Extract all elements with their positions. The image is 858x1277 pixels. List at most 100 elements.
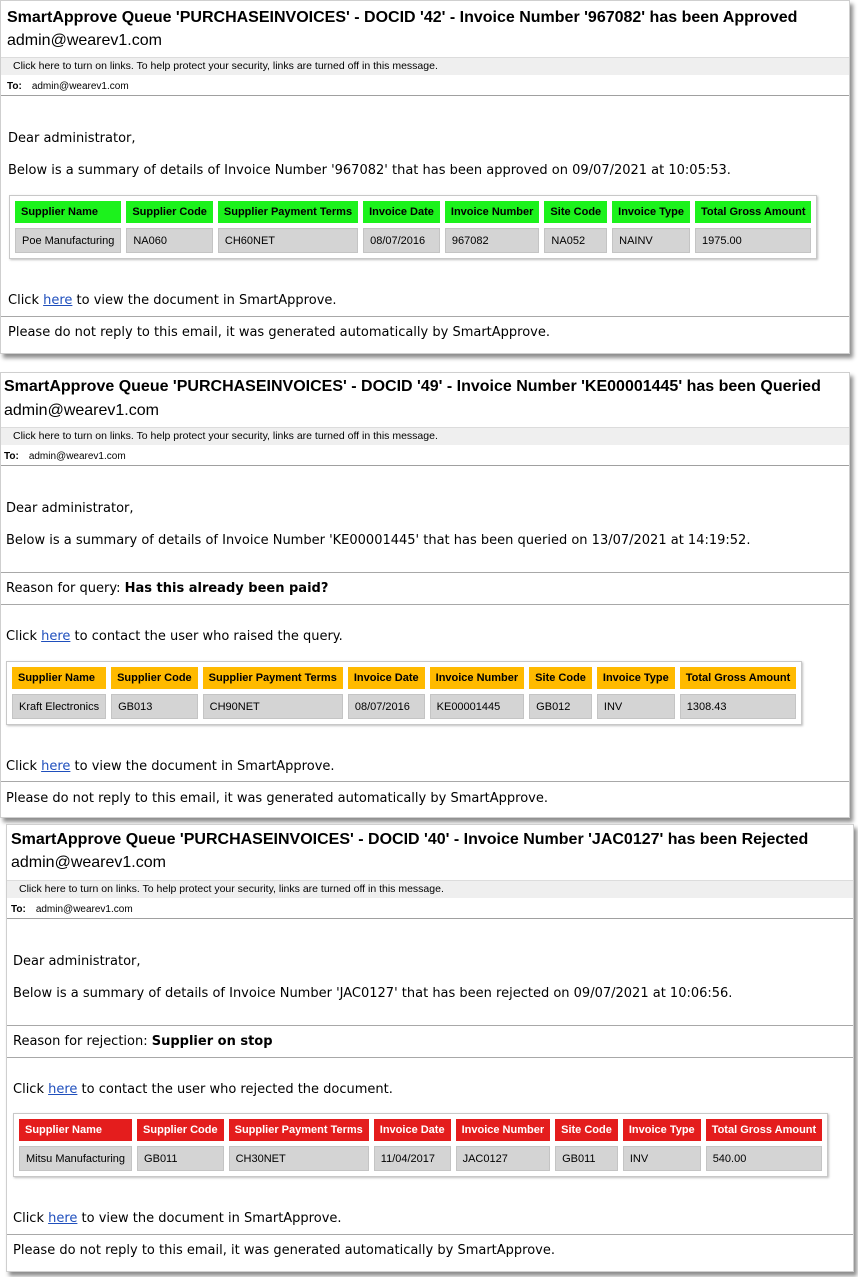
table-cell: 1975.00 xyxy=(694,228,812,253)
table-cell: NA060 xyxy=(126,228,213,253)
contact-prefix: Click xyxy=(6,629,42,644)
links-disabled-infobar[interactable]: Click here to turn on links. To help pro… xyxy=(7,880,853,898)
email-subject: SmartApprove Queue 'PURCHASEINVOICES' - … xyxy=(7,9,798,26)
footer-divider xyxy=(1,316,849,317)
column-header: Supplier Code xyxy=(126,201,213,223)
column-header: Total Gross Amount xyxy=(694,201,812,223)
view-suffix: to view the document in SmartApprove. xyxy=(77,1211,342,1226)
column-header: Supplier Payment Terms xyxy=(228,1119,369,1141)
email-approved: SmartApprove Queue 'PURCHASEINVOICES' - … xyxy=(0,0,850,354)
column-header: Site Code xyxy=(555,1119,618,1141)
summary-text: Below is a summary of details of Invoice… xyxy=(8,163,731,178)
table-cell: CH30NET xyxy=(228,1146,369,1171)
table-row: Kraft Electronics GB013 CH90NET 08/07/20… xyxy=(12,694,797,719)
reason-divider-bottom xyxy=(1,604,849,605)
column-header: Supplier Code xyxy=(111,667,198,689)
column-header: Supplier Name xyxy=(12,667,107,689)
table-row: Mitsu Manufacturing GB011 CH30NET 11/04/… xyxy=(19,1146,823,1171)
view-document-link[interactable]: here xyxy=(48,1211,77,1226)
reason-divider-bottom xyxy=(7,1057,853,1058)
footer-divider xyxy=(7,1234,853,1235)
column-header: Invoice Number xyxy=(444,201,540,223)
greeting: Dear administrator, xyxy=(6,501,134,516)
column-header: Site Code xyxy=(544,201,608,223)
links-disabled-infobar[interactable]: Click here to turn on links. To help pro… xyxy=(1,427,849,445)
contact-line: Click here to contact the user who rejec… xyxy=(13,1082,393,1097)
to-label: To: xyxy=(7,81,22,92)
column-header: Total Gross Amount xyxy=(705,1119,823,1141)
footer-note: Please do not reply to this email, it wa… xyxy=(6,791,548,806)
table-cell: GB013 xyxy=(111,694,198,719)
to-address: admin@wearev1.com xyxy=(35,904,133,915)
column-header: Invoice Number xyxy=(455,1119,551,1141)
table-row: Poe Manufacturing NA060 CH60NET 08/07/20… xyxy=(15,228,812,253)
summary-text: Below is a summary of details of Invoice… xyxy=(6,533,751,548)
column-header: Supplier Code xyxy=(137,1119,224,1141)
column-header: Invoice Date xyxy=(373,1119,451,1141)
footer-note: Please do not reply to this email, it wa… xyxy=(13,1243,555,1258)
table-cell: JAC0127 xyxy=(455,1146,551,1171)
column-header: Invoice Type xyxy=(622,1119,701,1141)
reason-line: Reason for query: Has this already been … xyxy=(6,581,328,596)
to-line: To: admin@wearev1.com xyxy=(4,451,126,462)
footer-divider xyxy=(1,781,849,782)
view-prefix: Click xyxy=(8,293,44,308)
column-header: Site Code xyxy=(529,667,592,689)
table-cell: 08/07/2016 xyxy=(347,694,425,719)
table-cell: KE00001445 xyxy=(429,694,525,719)
view-document-line: Click here to view the document in Smart… xyxy=(13,1211,342,1226)
contact-suffix: to contact the user who rejected the doc… xyxy=(77,1082,393,1097)
table-header-row: Supplier Name Supplier Code Supplier Pay… xyxy=(15,201,812,223)
contact-prefix: Click xyxy=(13,1082,49,1097)
email-rejected: SmartApprove Queue 'PURCHASEINVOICES' - … xyxy=(6,824,854,1272)
sender-address: admin@wearev1.com xyxy=(7,32,162,49)
invoice-table-container: Supplier Name Supplier Code Supplier Pay… xyxy=(6,661,803,725)
column-header: Supplier Name xyxy=(19,1119,133,1141)
to-address: admin@wearev1.com xyxy=(28,451,126,462)
table-cell: 967082 xyxy=(444,228,540,253)
invoice-table: Supplier Name Supplier Code Supplier Pay… xyxy=(7,662,801,724)
email-subject: SmartApprove Queue 'PURCHASEINVOICES' - … xyxy=(4,378,821,395)
view-suffix: to view the document in SmartApprove. xyxy=(70,759,335,774)
table-cell: Poe Manufacturing xyxy=(15,228,122,253)
table-header-row: Supplier Name Supplier Code Supplier Pay… xyxy=(12,667,797,689)
view-prefix: Click xyxy=(6,759,42,774)
to-address: admin@wearev1.com xyxy=(31,81,129,92)
column-header: Invoice Number xyxy=(429,667,525,689)
table-cell: GB012 xyxy=(529,694,592,719)
table-cell: INV xyxy=(596,694,675,719)
reason-value: Has this already been paid? xyxy=(124,581,329,596)
links-disabled-infobar[interactable]: Click here to turn on links. To help pro… xyxy=(1,57,849,75)
contact-suffix: to contact the user who raised the query… xyxy=(70,629,343,644)
reason-divider-top xyxy=(7,1025,853,1026)
table-cell: Mitsu Manufacturing xyxy=(19,1146,133,1171)
email-subject: SmartApprove Queue 'PURCHASEINVOICES' - … xyxy=(11,831,809,848)
view-document-link[interactable]: here xyxy=(41,759,70,774)
invoice-table: Supplier Name Supplier Code Supplier Pay… xyxy=(14,1114,827,1176)
header-divider xyxy=(1,95,849,96)
table-cell: 540.00 xyxy=(705,1146,823,1171)
email-queried: SmartApprove Queue 'PURCHASEINVOICES' - … xyxy=(0,372,850,818)
column-header: Supplier Payment Terms xyxy=(202,667,343,689)
to-label: To: xyxy=(11,904,26,915)
table-cell: NA052 xyxy=(544,228,608,253)
view-document-link[interactable]: here xyxy=(43,293,72,308)
reason-line: Reason for rejection: Supplier on stop xyxy=(13,1034,273,1049)
contact-user-link[interactable]: here xyxy=(48,1082,77,1097)
header-divider xyxy=(1,465,849,466)
sender-address: admin@wearev1.com xyxy=(11,854,166,871)
invoice-table-container: Supplier Name Supplier Code Supplier Pay… xyxy=(13,1113,829,1177)
table-cell: INV xyxy=(622,1146,701,1171)
invoice-table-container: Supplier Name Supplier Code Supplier Pay… xyxy=(9,195,818,259)
table-cell: GB011 xyxy=(137,1146,224,1171)
table-cell: Kraft Electronics xyxy=(12,694,107,719)
table-cell: 1308.43 xyxy=(679,694,797,719)
reason-divider-top xyxy=(1,572,849,573)
column-header: Invoice Date xyxy=(347,667,425,689)
table-cell: 08/07/2016 xyxy=(363,228,440,253)
contact-user-link[interactable]: here xyxy=(41,629,70,644)
sender-address: admin@wearev1.com xyxy=(4,402,159,419)
view-suffix: to view the document in SmartApprove. xyxy=(72,293,337,308)
greeting: Dear administrator, xyxy=(8,131,136,146)
invoice-table: Supplier Name Supplier Code Supplier Pay… xyxy=(10,196,816,258)
